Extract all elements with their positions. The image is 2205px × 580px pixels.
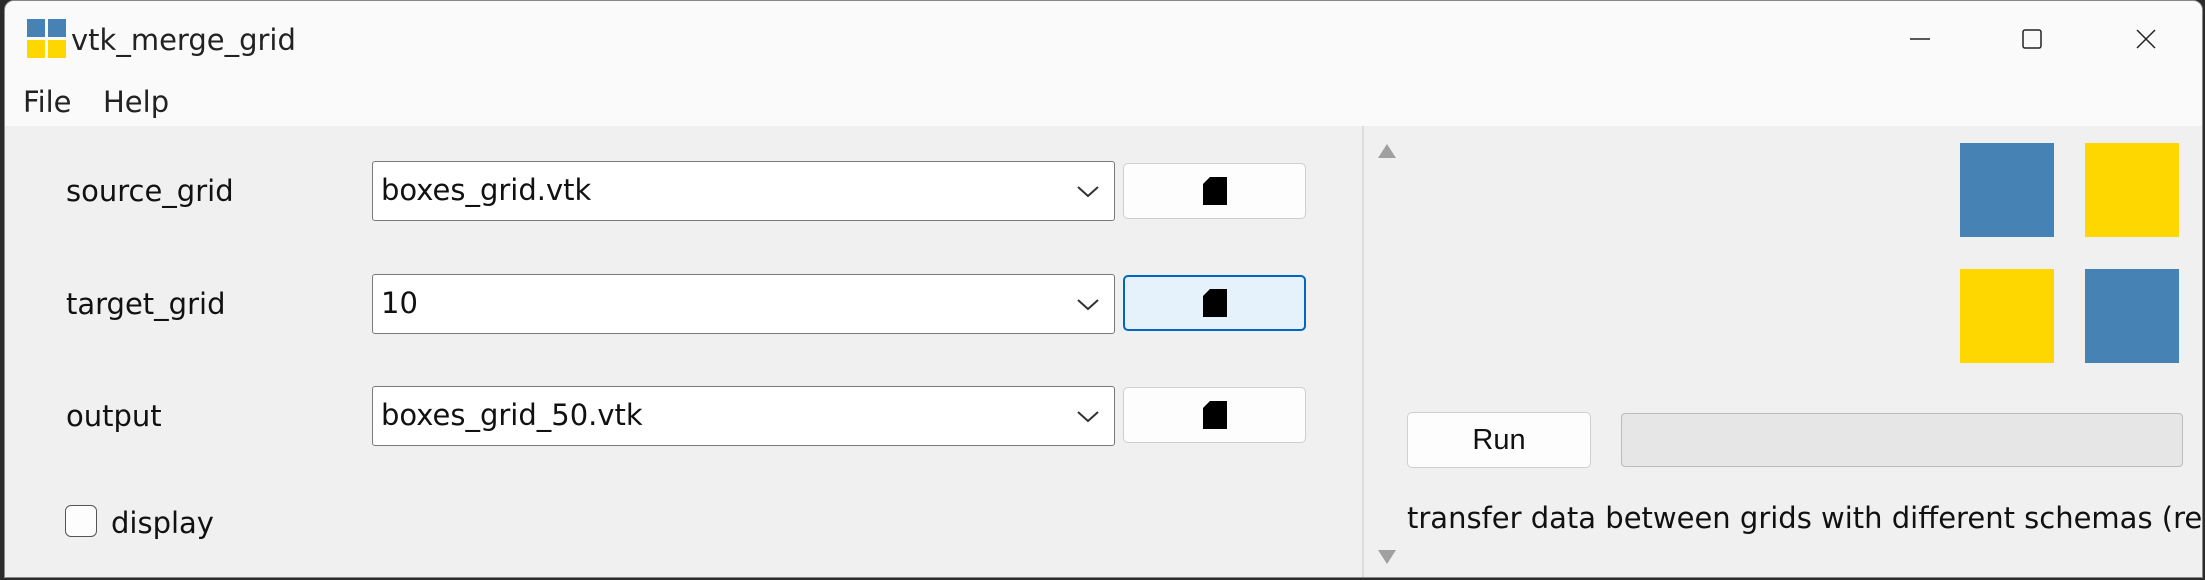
display-label[interactable]: display — [111, 506, 214, 540]
description-text: transfer data between grids with differe… — [1407, 501, 2203, 535]
target-grid-value: 10 — [381, 286, 418, 320]
maximize-icon — [2022, 29, 2042, 49]
close-icon — [2136, 29, 2156, 49]
output-browse-button[interactable] — [1123, 387, 1306, 443]
output-label: output — [66, 399, 162, 433]
source-grid-combobox[interactable]: boxes_grid.vtk — [372, 161, 1115, 221]
output-combobox[interactable]: boxes_grid_50.vtk — [372, 386, 1115, 446]
menu-file[interactable]: File — [23, 85, 72, 119]
chevron-down-icon — [1077, 186, 1099, 198]
source-grid-value: boxes_grid.vtk — [381, 173, 592, 207]
progress-bar — [1621, 413, 2183, 467]
chevron-down-icon — [1077, 299, 1099, 311]
logo-square-yellow — [2085, 143, 2179, 237]
run-button[interactable]: Run — [1407, 412, 1591, 468]
maximize-button[interactable] — [1977, 9, 2087, 69]
scroll-up-arrow-icon[interactable] — [1375, 141, 1399, 161]
logo-square-blue — [1960, 143, 2054, 237]
file-icon — [1202, 401, 1227, 429]
minimize-button[interactable] — [1865, 9, 1975, 69]
title-bar[interactable]: vtk_merge_grid — [5, 1, 2202, 81]
minimize-icon — [1910, 38, 1930, 40]
logo-square-blue — [2085, 269, 2179, 363]
source-grid-browse-button[interactable] — [1123, 163, 1306, 219]
logo-square-yellow — [1960, 269, 2054, 363]
target-grid-label: target_grid — [66, 287, 226, 321]
app-window: vtk_merge_grid File Help source_grid box… — [4, 0, 2203, 578]
output-value: boxes_grid_50.vtk — [381, 398, 643, 432]
menu-help[interactable]: Help — [103, 85, 169, 119]
target-grid-browse-button[interactable] — [1123, 275, 1306, 331]
menu-bar: File Help — [5, 81, 2202, 126]
scroll-down-arrow-icon[interactable] — [1375, 547, 1399, 567]
close-button[interactable] — [2091, 9, 2201, 69]
file-icon — [1202, 177, 1227, 205]
target-grid-combobox[interactable]: 10 — [372, 274, 1115, 334]
window-title: vtk_merge_grid — [71, 23, 296, 57]
file-icon — [1202, 289, 1227, 317]
panel-divider — [1362, 126, 1364, 577]
app-logo-icon — [27, 19, 66, 58]
source-grid-label: source_grid — [66, 174, 234, 208]
chevron-down-icon — [1077, 411, 1099, 423]
display-checkbox[interactable] — [65, 505, 97, 537]
